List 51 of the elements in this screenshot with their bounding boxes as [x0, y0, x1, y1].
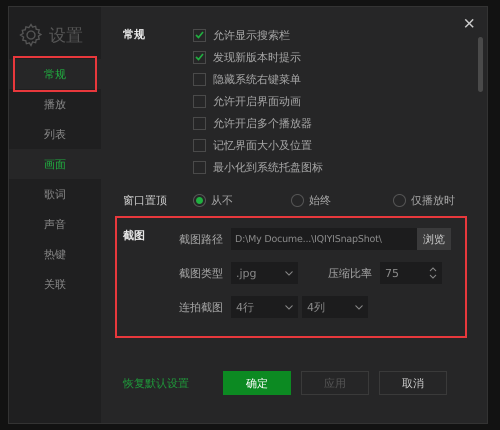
- gear-icon: [19, 23, 43, 47]
- scrollbar[interactable]: [478, 37, 483, 92]
- checkbox[interactable]: [193, 28, 206, 42]
- checkbox-label: 允许开启多个播放器: [213, 116, 312, 130]
- chevron-down-icon: [285, 270, 293, 276]
- checkbox-label: 允许显示搜索栏: [213, 28, 290, 42]
- field-label: 连拍截图: [178, 300, 223, 314]
- chevron-down-icon: [285, 304, 293, 310]
- checkbox-label: 隐藏系统右键菜单: [213, 72, 301, 86]
- field-label: 截图类型: [178, 266, 223, 280]
- sidebar-item[interactable]: 关联: [9, 269, 101, 299]
- checkbox[interactable]: [193, 94, 206, 108]
- checkbox[interactable]: [193, 72, 206, 86]
- sidebar-item[interactable]: 播放: [9, 89, 101, 119]
- checkbox[interactable]: [193, 160, 206, 174]
- radio-label: 仅播放时: [411, 193, 455, 208]
- checkbox[interactable]: [193, 138, 206, 152]
- radio-label: 始终: [309, 193, 331, 208]
- path-field[interactable]: D:\My Docume...\IQIYISnapShot\: [231, 228, 417, 250]
- checkbox-label: 发现新版本时提示: [213, 50, 301, 64]
- section-label: 窗口置顶: [123, 193, 168, 208]
- sidebar-item[interactable]: 常规: [9, 59, 101, 89]
- sidebar-item[interactable]: 列表: [9, 119, 101, 149]
- radio-button[interactable]: [291, 194, 304, 207]
- checkbox[interactable]: [193, 116, 206, 130]
- radio-button[interactable]: [193, 194, 206, 207]
- rows-dropdown[interactable]: 4行: [231, 296, 298, 318]
- checkbox-label: 最小化到系统托盘图标: [213, 160, 323, 174]
- field-label: 截图路径: [178, 232, 223, 246]
- sidebar-item[interactable]: 热键: [9, 239, 101, 269]
- browse-button[interactable]: 浏览: [417, 228, 451, 250]
- cancel-button[interactable]: 取消: [379, 371, 447, 395]
- sidebar-item[interactable]: 歌词: [9, 179, 101, 209]
- ok-button[interactable]: 确定: [223, 371, 291, 395]
- checkbox-label: 记忆界面大小及位置: [213, 138, 312, 152]
- sidebar-item[interactable]: 声音: [9, 209, 101, 239]
- radio-button[interactable]: [393, 194, 406, 207]
- chevron-down-icon: [355, 304, 363, 310]
- columns-dropdown[interactable]: 4列: [302, 296, 368, 318]
- reset-link[interactable]: 恢复默认设置: [123, 376, 189, 390]
- stepper-icon: [429, 266, 437, 280]
- checkbox-label: 允许开启界面动画: [213, 94, 301, 108]
- compression-spinner[interactable]: 75: [380, 262, 442, 284]
- section-label: 截图: [123, 228, 146, 244]
- type-dropdown[interactable]: .jpg: [231, 262, 298, 284]
- sidebar-item[interactable]: 画面: [9, 149, 101, 179]
- field-label: 压缩比率: [327, 266, 372, 280]
- section-label: 常规: [123, 27, 146, 43]
- checkbox[interactable]: [193, 50, 206, 64]
- close-button[interactable]: ×: [459, 13, 479, 36]
- radio-label: 从不: [211, 193, 233, 208]
